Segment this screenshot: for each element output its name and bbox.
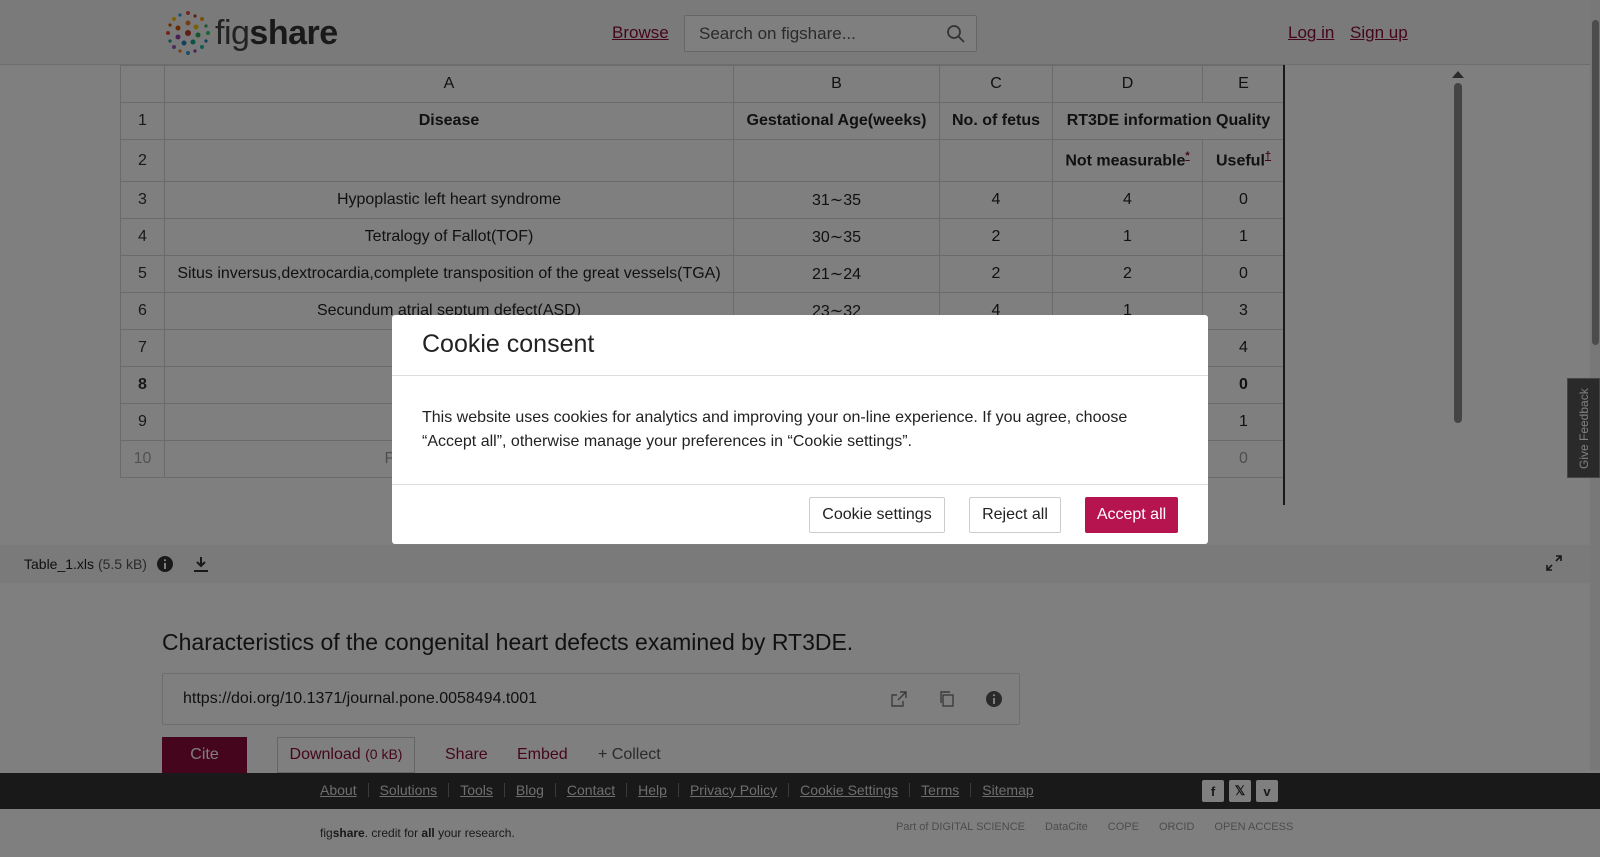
cookie-settings-button[interactable]: Cookie settings [809, 497, 945, 533]
reject-all-button[interactable]: Reject all [969, 497, 1061, 533]
cookie-dialog-title: Cookie consent [422, 330, 595, 358]
accept-all-button[interactable]: Accept all [1085, 497, 1178, 533]
cookie-consent-dialog: Cookie consent This website uses cookies… [392, 315, 1208, 544]
divider [392, 484, 1208, 485]
divider [392, 375, 1208, 376]
cookie-dialog-body: This website uses cookies for analytics … [422, 409, 1128, 450]
